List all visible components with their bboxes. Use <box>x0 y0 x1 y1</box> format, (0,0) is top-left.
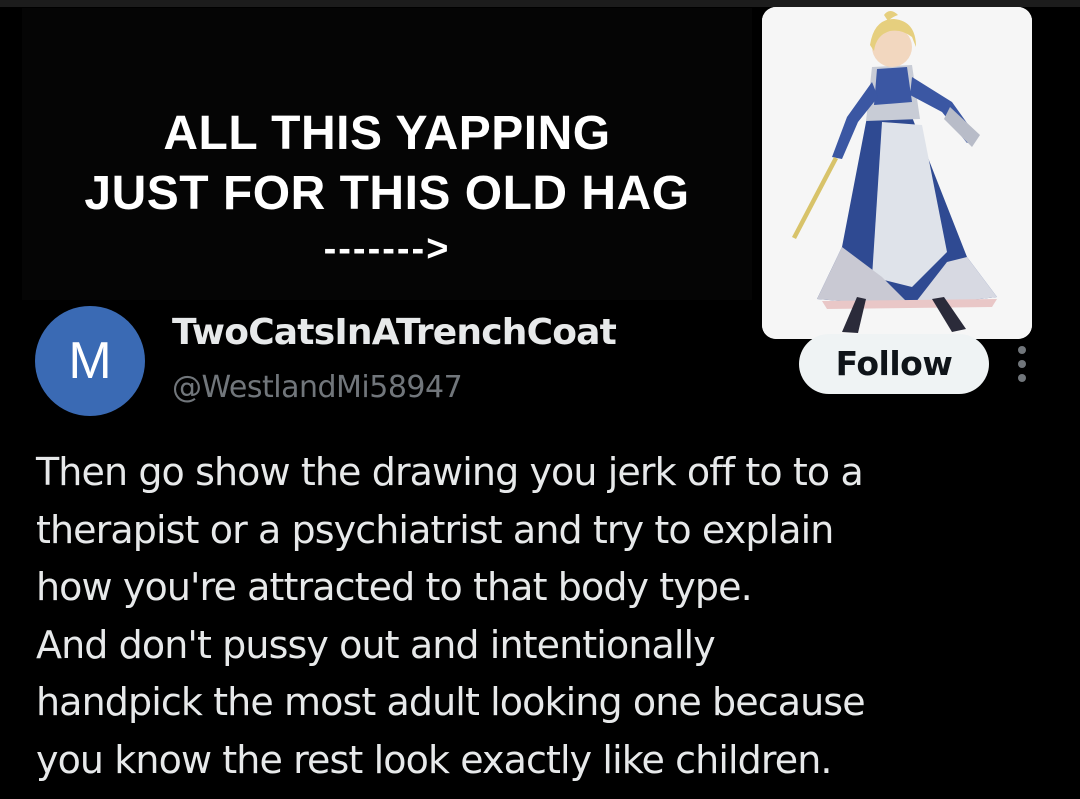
top-edge <box>0 0 1080 7</box>
post-text-line: handpick the most adult looking one beca… <box>36 680 866 724</box>
author-display-name[interactable]: TwoCatsInATrenchCoat <box>172 312 617 353</box>
meme-caption-arrow: -------> <box>323 228 451 270</box>
meme-caption-line-1: ALL THIS YAPPING <box>163 107 611 160</box>
post-text-line: you know the rest look exactly like chil… <box>36 737 832 782</box>
post-text: Then go show the drawing you jerk off to… <box>36 444 1066 789</box>
avatar-initial: M <box>68 332 112 390</box>
post-text-line: And don't pussy out and intentionally <box>36 622 716 667</box>
post-text-line: Then go show the drawing you jerk off to… <box>36 450 864 494</box>
more-options-icon[interactable] <box>1008 342 1036 386</box>
author-avatar[interactable]: M <box>35 306 145 416</box>
meme-caption-panel: ALL THIS YAPPING JUST FOR THIS OLD HAG -… <box>22 8 752 300</box>
more-dot-2 <box>1018 360 1026 368</box>
more-dot-1 <box>1018 346 1026 354</box>
author-handle[interactable]: @WestlandMi58947 <box>172 370 463 405</box>
screenshot: ALL THIS YAPPING JUST FOR THIS OLD HAG -… <box>0 0 1080 799</box>
meme-caption-line-2: JUST FOR THIS OLD HAG <box>84 167 690 220</box>
post-text-line: therapist or a psychiatrist and try to e… <box>36 507 834 552</box>
more-dot-3 <box>1018 374 1026 382</box>
follow-button[interactable]: Follow <box>799 334 989 394</box>
character-illustration <box>762 7 1032 339</box>
post-text-line: how you're attracted to that body type. <box>36 565 753 609</box>
character-image <box>762 7 1032 339</box>
